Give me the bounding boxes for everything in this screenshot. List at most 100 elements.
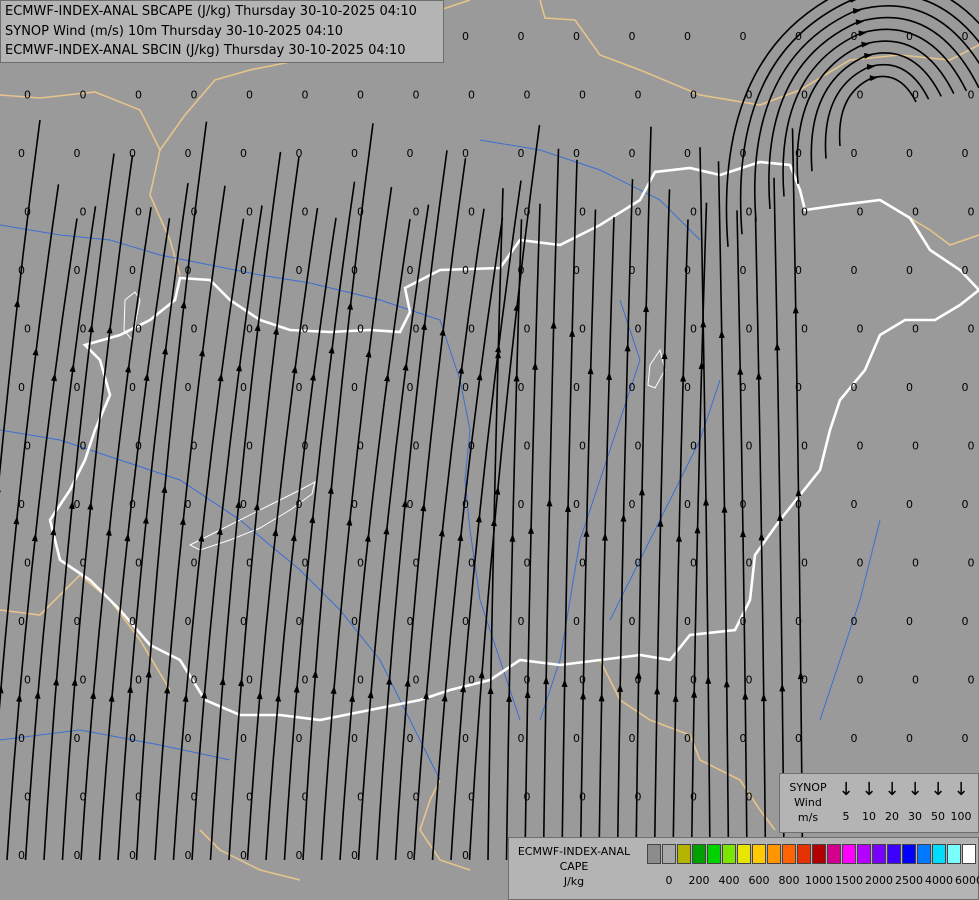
cape-value-label: 0 bbox=[906, 30, 913, 43]
cape-value-label: 0 bbox=[74, 732, 81, 745]
cape-value-label: 0 bbox=[962, 381, 969, 394]
cape-value-label: 0 bbox=[407, 732, 414, 745]
cape-value-label: 0 bbox=[407, 381, 414, 394]
cape-value-label: 0 bbox=[74, 381, 81, 394]
cape-value-label: 0 bbox=[24, 791, 31, 804]
synop-speed-label: 100 bbox=[950, 810, 972, 823]
wind-arrow-icon: ↓ bbox=[953, 779, 969, 800]
cape-value-label: 0 bbox=[80, 674, 87, 687]
cape-value-label: 0 bbox=[968, 674, 975, 687]
cape-value-label: 0 bbox=[351, 732, 358, 745]
cape-value-label: 0 bbox=[246, 206, 253, 219]
synop-speed-label: 50 bbox=[931, 810, 945, 823]
cape-value-label: 0 bbox=[462, 732, 469, 745]
cape-value-label: 0 bbox=[801, 206, 808, 219]
cape-value-label: 0 bbox=[524, 89, 531, 102]
cape-value-label: 0 bbox=[135, 674, 142, 687]
cape-value-label: 0 bbox=[129, 147, 136, 160]
cape-value-label: 0 bbox=[635, 323, 642, 336]
cape-value-label: 0 bbox=[357, 557, 364, 570]
cape-value-label: 0 bbox=[135, 557, 142, 570]
cape-value-label: 0 bbox=[413, 674, 420, 687]
cape-value-label: 0 bbox=[351, 615, 358, 628]
cape-value-label: 0 bbox=[302, 674, 309, 687]
cape-value-label: 0 bbox=[357, 791, 364, 804]
cape-value-label: 0 bbox=[413, 440, 420, 453]
cape-value-label: 0 bbox=[690, 89, 697, 102]
cape-value-label: 0 bbox=[740, 615, 747, 628]
cape-value-label: 0 bbox=[684, 615, 691, 628]
cape-value-label: 0 bbox=[684, 381, 691, 394]
cape-value-label: 0 bbox=[24, 440, 31, 453]
cape-value-label: 0 bbox=[518, 615, 525, 628]
cape-value-label: 0 bbox=[296, 264, 303, 277]
cape-value-label: 0 bbox=[857, 89, 864, 102]
cape-value-label: 0 bbox=[912, 323, 919, 336]
cape-value-label: 0 bbox=[185, 264, 192, 277]
cape-value-label: 0 bbox=[795, 498, 802, 511]
cape-legend-title: ECMWF-INDEX-ANAL CAPE J/kg bbox=[517, 845, 631, 888]
cape-value-label: 0 bbox=[629, 30, 636, 43]
cape-scale-label: 1000 bbox=[805, 874, 833, 887]
cape-value-label: 0 bbox=[629, 381, 636, 394]
cape-value-label: 0 bbox=[129, 264, 136, 277]
cape-value-label: 0 bbox=[579, 791, 586, 804]
cape-value-label: 0 bbox=[795, 381, 802, 394]
header-synop-wind: SYNOP Wind (m/s) 10m Thursday 30-10-2025… bbox=[5, 24, 344, 39]
cape-value-label: 0 bbox=[690, 440, 697, 453]
cape-value-label: 0 bbox=[801, 557, 808, 570]
cape-swatch bbox=[857, 844, 871, 864]
cape-value-label: 0 bbox=[296, 381, 303, 394]
cape-value-label: 0 bbox=[357, 323, 364, 336]
cape-value-label: 0 bbox=[24, 89, 31, 102]
cape-value-label: 0 bbox=[74, 615, 81, 628]
cape-value-label: 0 bbox=[240, 849, 247, 862]
cape-value-label: 0 bbox=[302, 557, 309, 570]
cape-value-label: 0 bbox=[740, 732, 747, 745]
cape-swatch bbox=[692, 844, 706, 864]
cape-value-label: 0 bbox=[906, 381, 913, 394]
cape-value-label: 0 bbox=[246, 791, 253, 804]
cape-value-label: 0 bbox=[24, 323, 31, 336]
cape-value-label: 0 bbox=[462, 849, 469, 862]
cape-scale-label: 0 bbox=[665, 874, 673, 887]
cape-value-label: 0 bbox=[185, 615, 192, 628]
cape-value-label: 0 bbox=[801, 440, 808, 453]
header-sbcin: ECMWF-INDEX-ANAL SBCIN (J/kg) Thursday 3… bbox=[5, 43, 406, 58]
wind-streamline-map: 0 0 0 0 0 0 0 0 0 0 0 0 0 0 0 0 0 0 0 0 0 0 0 0 0 0 0 0 0 0 0 0 0 0 0 0 0 0 0 0… bbox=[0, 0, 979, 900]
cape-value-label: 0 bbox=[413, 557, 420, 570]
cape-value-label: 0 bbox=[80, 440, 87, 453]
cape-value-label: 0 bbox=[351, 498, 358, 511]
cape-scale-label: 2500 bbox=[895, 874, 923, 887]
cape-value-label: 0 bbox=[407, 498, 414, 511]
cape-value-label: 0 bbox=[468, 557, 475, 570]
cape-value-label: 0 bbox=[629, 147, 636, 160]
cape-value-label: 0 bbox=[968, 206, 975, 219]
cape-value-label: 0 bbox=[579, 674, 586, 687]
cape-value-label: 0 bbox=[962, 264, 969, 277]
cape-value-label: 0 bbox=[906, 732, 913, 745]
cape-value-label: 0 bbox=[524, 323, 531, 336]
cape-value-label: 0 bbox=[80, 557, 87, 570]
cape-value-label: 0 bbox=[524, 440, 531, 453]
cape-value-label: 0 bbox=[740, 264, 747, 277]
cape-value-label: 0 bbox=[191, 89, 198, 102]
cape-value-label: 0 bbox=[740, 381, 747, 394]
cape-value-label: 0 bbox=[129, 732, 136, 745]
cape-value-label: 0 bbox=[518, 147, 525, 160]
cape-value-label: 0 bbox=[74, 264, 81, 277]
cape-value-label: 0 bbox=[18, 498, 25, 511]
cape-value-label: 0 bbox=[357, 89, 364, 102]
cape-value-label: 0 bbox=[462, 147, 469, 160]
cape-value-label: 0 bbox=[135, 206, 142, 219]
cape-value-label: 0 bbox=[407, 264, 414, 277]
cape-swatch bbox=[947, 844, 961, 864]
cape-value-label: 0 bbox=[240, 264, 247, 277]
cape-scale-label: 1500 bbox=[835, 874, 863, 887]
cape-swatch bbox=[887, 844, 901, 864]
cape-value-label: 0 bbox=[635, 791, 642, 804]
cape-value-label: 0 bbox=[968, 557, 975, 570]
cape-value-label: 0 bbox=[135, 791, 142, 804]
cape-swatch bbox=[962, 844, 976, 864]
cape-swatch bbox=[842, 844, 856, 864]
